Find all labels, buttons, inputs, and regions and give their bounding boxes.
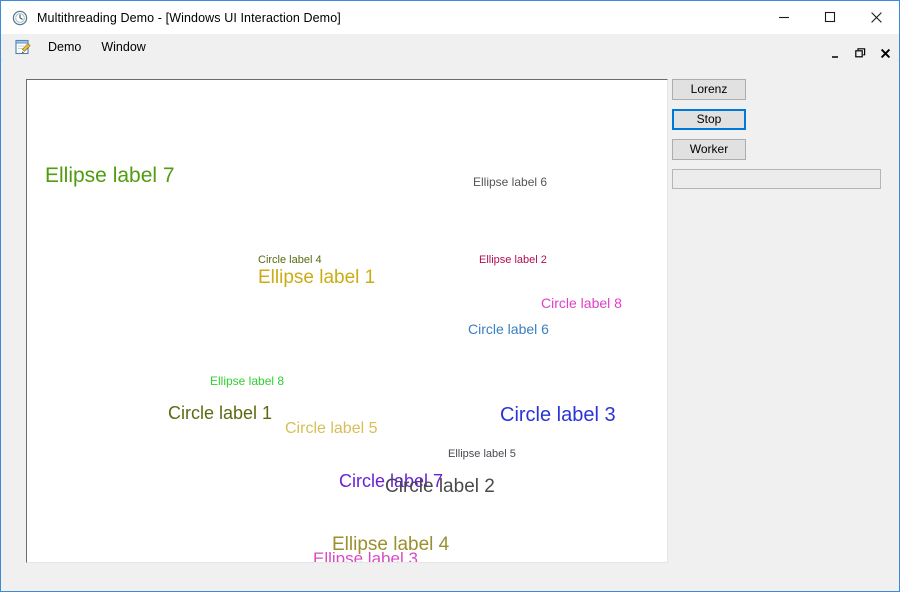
shape-label: Ellipse label 2 <box>479 254 547 266</box>
title-bar[interactable]: Multithreading Demo - [Windows UI Intera… <box>1 1 899 34</box>
drawing-canvas[interactable]: Ellipse label 7 Ellipse label 6 Circle lab… <box>26 79 668 563</box>
shape-label: Ellipse label 8 <box>210 374 285 388</box>
child-restore-button[interactable] <box>854 46 867 59</box>
shape-label: Circle label 8 <box>541 295 622 311</box>
child-minimize-button[interactable] <box>829 46 842 59</box>
shape-label: Ellipse label 7 <box>45 164 175 187</box>
window-title: Multithreading Demo - [Windows UI Intera… <box>37 10 341 25</box>
child-window-demo: Ellipse label 7 Ellipse label 6 Circle lab… <box>2 60 898 590</box>
clock-icon <box>12 10 28 26</box>
document-pencil-icon <box>15 39 33 55</box>
worker-button[interactable]: Worker <box>672 139 746 160</box>
lorenz-button[interactable]: Lorenz <box>672 79 746 100</box>
menu-item-demo[interactable]: Demo <box>45 37 91 58</box>
shape-label: Circle label 6 <box>468 321 549 337</box>
menu-item-window[interactable]: Window <box>98 37 155 58</box>
application-window: Multithreading Demo - [Windows UI Intera… <box>0 0 900 592</box>
shape-label: Ellipse label 5 <box>448 448 516 460</box>
shape-label: Circle label 5 <box>285 420 378 437</box>
stop-button[interactable]: Stop <box>672 109 746 130</box>
menu-bar: Demo Window <box>1 34 899 61</box>
shape-label: Circle label 4 <box>258 254 322 266</box>
mdi-client-area: Ellipse label 7 Ellipse label 6 Circle lab… <box>2 60 898 590</box>
caption-button-group <box>761 1 899 34</box>
minimize-button[interactable] <box>761 1 807 33</box>
shape-label: Circle label 1 <box>168 403 273 423</box>
control-panel: Lorenz Stop Worker <box>672 79 884 189</box>
status-readout <box>672 169 881 189</box>
shape-label: Ellipse label 6 <box>473 175 548 189</box>
close-button[interactable] <box>853 1 899 33</box>
shape-label: Circle label 2 <box>385 476 495 497</box>
child-close-button[interactable] <box>879 46 892 59</box>
maximize-button[interactable] <box>807 1 853 33</box>
shape-label: Ellipse label 3 <box>313 549 418 563</box>
shape-label: Circle label 3 <box>500 404 616 426</box>
shape-label: Ellipse label 1 <box>258 267 376 288</box>
child-caption-button-group <box>829 33 899 62</box>
